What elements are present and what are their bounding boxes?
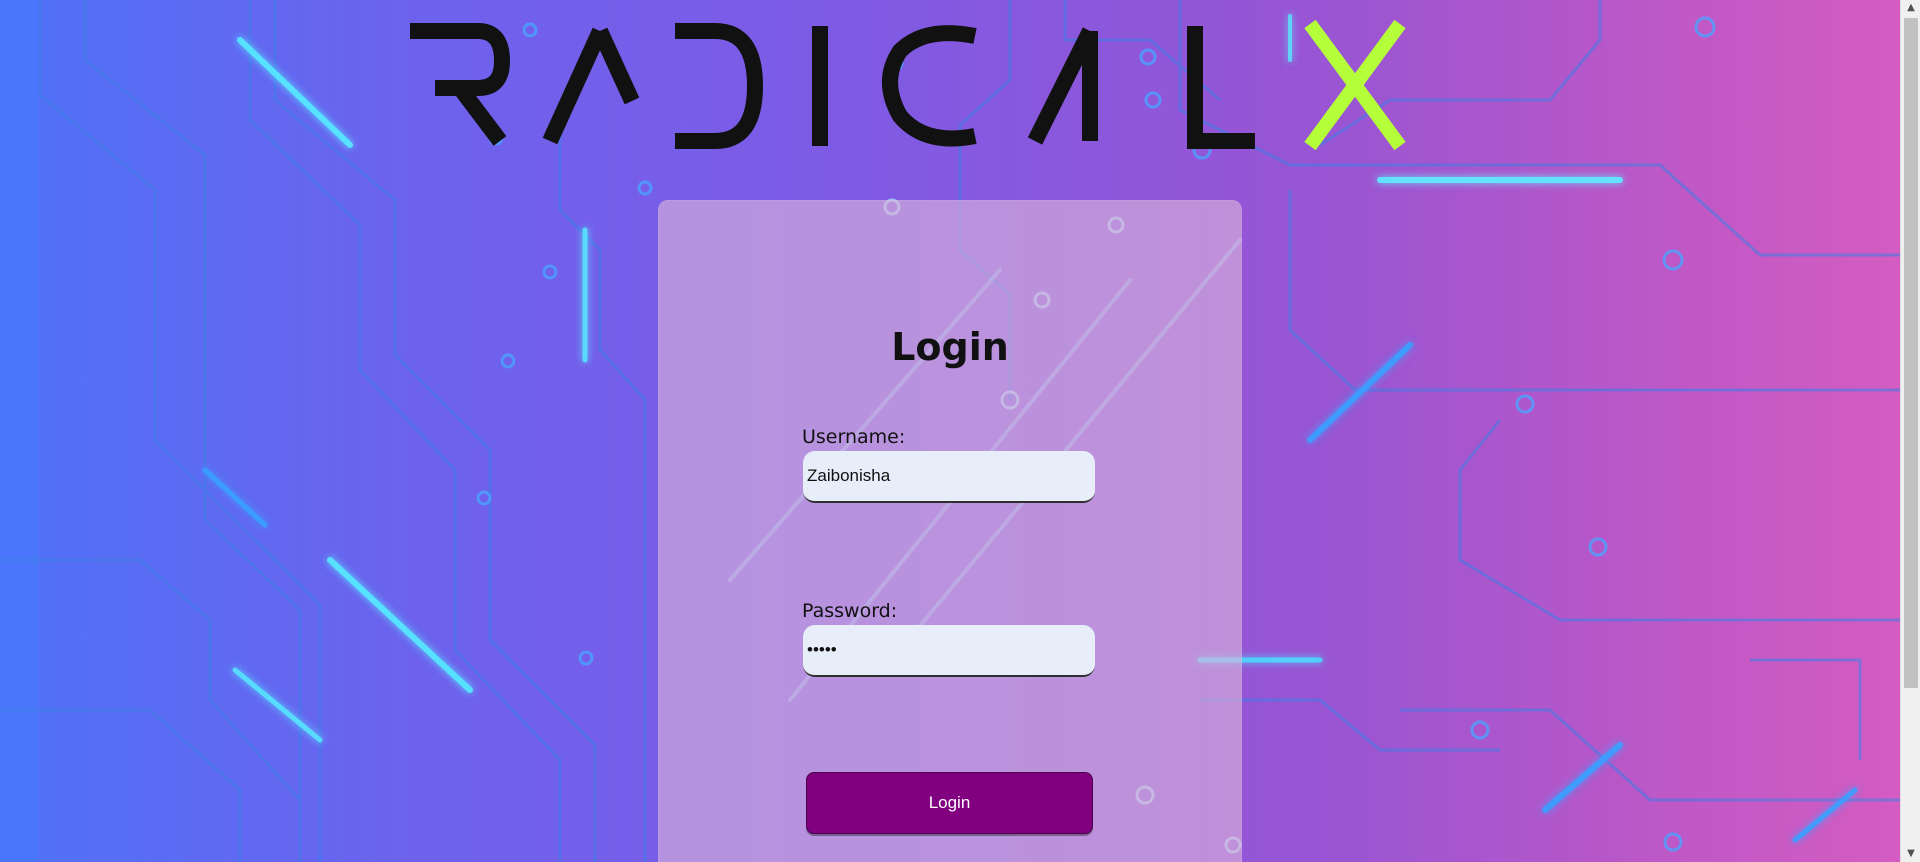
page-scrollbar[interactable]: ▲ ▼	[1900, 0, 1920, 862]
username-input[interactable]	[803, 451, 1095, 503]
password-input[interactable]	[803, 625, 1095, 677]
logo-graphic	[410, 19, 1406, 151]
password-label: Password:	[802, 600, 898, 622]
radicalx-logo	[390, 6, 1430, 156]
scrollbar-thumb[interactable]	[1904, 18, 1918, 688]
login-title: Login	[891, 325, 1009, 369]
login-page: Login Username: Password: Login ▲ ▼	[0, 0, 1920, 862]
scroll-down-icon[interactable]: ▼	[1901, 846, 1920, 862]
login-button[interactable]: Login	[806, 772, 1093, 834]
username-label: Username:	[802, 426, 906, 448]
login-card: Login Username: Password: Login	[658, 200, 1242, 862]
scroll-up-icon[interactable]: ▲	[1901, 0, 1920, 16]
